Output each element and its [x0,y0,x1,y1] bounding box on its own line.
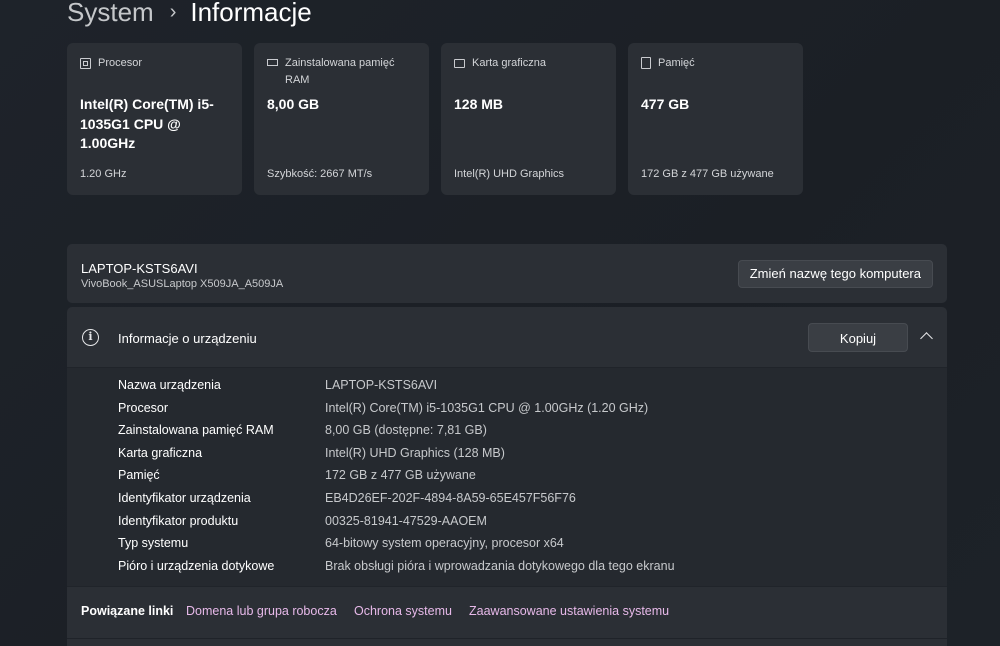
device-name-bar: LAPTOP-KSTS6AVI VivoBook_ASUSLaptop X509… [67,244,947,303]
spec-label: Zainstalowana pamięć RAM [118,423,274,437]
spec-row: Identyfikator urządzenia EB4D26EF-202F-48… [118,488,938,508]
spec-label: Pióro i urządzenia dotykowe [118,559,275,573]
card-title: Karta graficzna [472,57,546,69]
card-footer: Intel(R) UHD Graphics [454,168,565,180]
spec-row: Procesor Intel(R) Core(TM) i5-1035G1 CPU … [118,398,938,418]
card-footer: 1.20 GHz [80,168,127,180]
page-title: Informacje [190,0,312,27]
spec-label: Karta graficzna [118,446,203,460]
spec-row: Pióro i urządzenia dotykowe Brak obsługi … [118,556,938,576]
spec-value: 00325-81941-47529-AAOEM [325,514,487,528]
device-model: VivoBook_ASUSLaptop X509JA_A509JA [81,278,284,290]
related-links: Powiązane linki Domena lub grupa robocza… [67,586,947,646]
device-name: LAPTOP-KSTS6AVI [81,261,198,276]
spec-label: Pamięć [118,468,160,482]
spec-row: Pamięć 172 GB z 477 GB używane [118,465,938,485]
spec-label: Typ systemu [118,536,189,550]
card-value: 477 GB [641,96,690,112]
spec-label: Identyfikator urządzenia [118,491,251,505]
link-domain-workgroup[interactable]: Domena lub grupa robocza [186,604,337,618]
link-advanced-system-settings[interactable]: Zaawansowane ustawienia systemu [469,604,669,618]
info-icon: i [82,329,99,346]
chevron-right-icon: › [169,1,177,23]
spec-value: LAPTOP-KSTS6AVI [325,378,438,392]
device-specs-list: Nazwa urządzenia LAPTOP-KSTS6AVI Procesor… [67,368,947,586]
card-value: 128 MB [454,96,504,112]
breadcrumb-system[interactable]: System [67,0,154,30]
processor-icon [80,58,91,69]
spec-label: Identyfikator produktu [118,514,239,528]
card-footer: Szybkość: 2667 MT/s [267,168,373,180]
spec-row: Zainstalowana pamięć RAM 8,00 GB (dostępn… [118,420,938,440]
card-value: 8,00 GB [267,96,320,112]
device-specs-header[interactable]: i Informacje o urządzeniu Kopiuj [67,307,947,368]
spec-value: Intel(R) Core(TM) i5-1035G1 CPU @ 1.00GH… [325,401,649,415]
graphics-card-icon [454,59,465,68]
breadcrumb: System › Informacje [67,0,312,30]
spec-value: 64-bitowy system operacyjny, procesor x6… [325,536,564,550]
spec-row: Nazwa urządzenia LAPTOP-KSTS6AVI [118,375,938,395]
rename-pc-button[interactable]: Zmień nazwę tego komputera [737,260,933,288]
card-footer: 172 GB z 477 GB używane [641,168,774,180]
card-title: Procesor [98,57,143,69]
chevron-up-icon[interactable] [920,332,933,345]
spec-value: 8,00 GB (dostępne: 7,81 GB) [325,423,487,437]
storage-icon [641,57,651,69]
card-storage: Pamięć 477 GB 172 GB z 477 GB używane [628,43,803,195]
ram-icon [267,59,278,66]
copy-button[interactable]: Kopiuj [808,323,908,352]
next-section-edge [67,638,947,646]
spec-value: EB4D26EF-202F-4894-8A59-65E457F56F76 [325,491,576,505]
spec-cards: Procesor Intel(R) Core(TM) i5-1035G1 CPU… [67,43,803,195]
spec-value: Brak obsługi pióra i wprowadzania dotyko… [325,559,675,573]
spec-row: Identyfikator produktu 00325-81941-47529-… [118,511,938,531]
card-title: Zainstalowana pamięć RAM [285,57,395,86]
card-title: Pamięć [658,57,695,69]
card-processor: Procesor Intel(R) Core(TM) i5-1035G1 CPU… [67,43,242,195]
card-graphics: Karta graficzna 128 MB Intel(R) UHD Grap… [441,43,616,195]
device-specs-panel: i Informacje o urządzeniu Kopiuj Nazwa u… [67,307,947,646]
spec-row: Typ systemu 64-bitowy system operacyjny, … [118,533,938,553]
link-system-protection[interactable]: Ochrona systemu [354,604,452,618]
spec-row: Karta graficzna Intel(R) UHD Graphics (12… [118,443,938,463]
related-links-title: Powiązane linki [81,604,174,618]
card-value: Intel(R) Core(TM) i5-1035G1 CPU @ 1.00GH… [80,96,214,151]
spec-value: Intel(R) UHD Graphics (128 MB) [325,446,505,460]
device-specs-title: Informacje o urządzeniu [118,331,257,346]
card-ram: Zainstalowana pamięć RAM 8,00 GB Szybkoś… [254,43,429,195]
spec-label: Procesor [118,401,169,415]
spec-value: 172 GB z 477 GB używane [325,468,476,482]
spec-label: Nazwa urządzenia [118,378,221,392]
